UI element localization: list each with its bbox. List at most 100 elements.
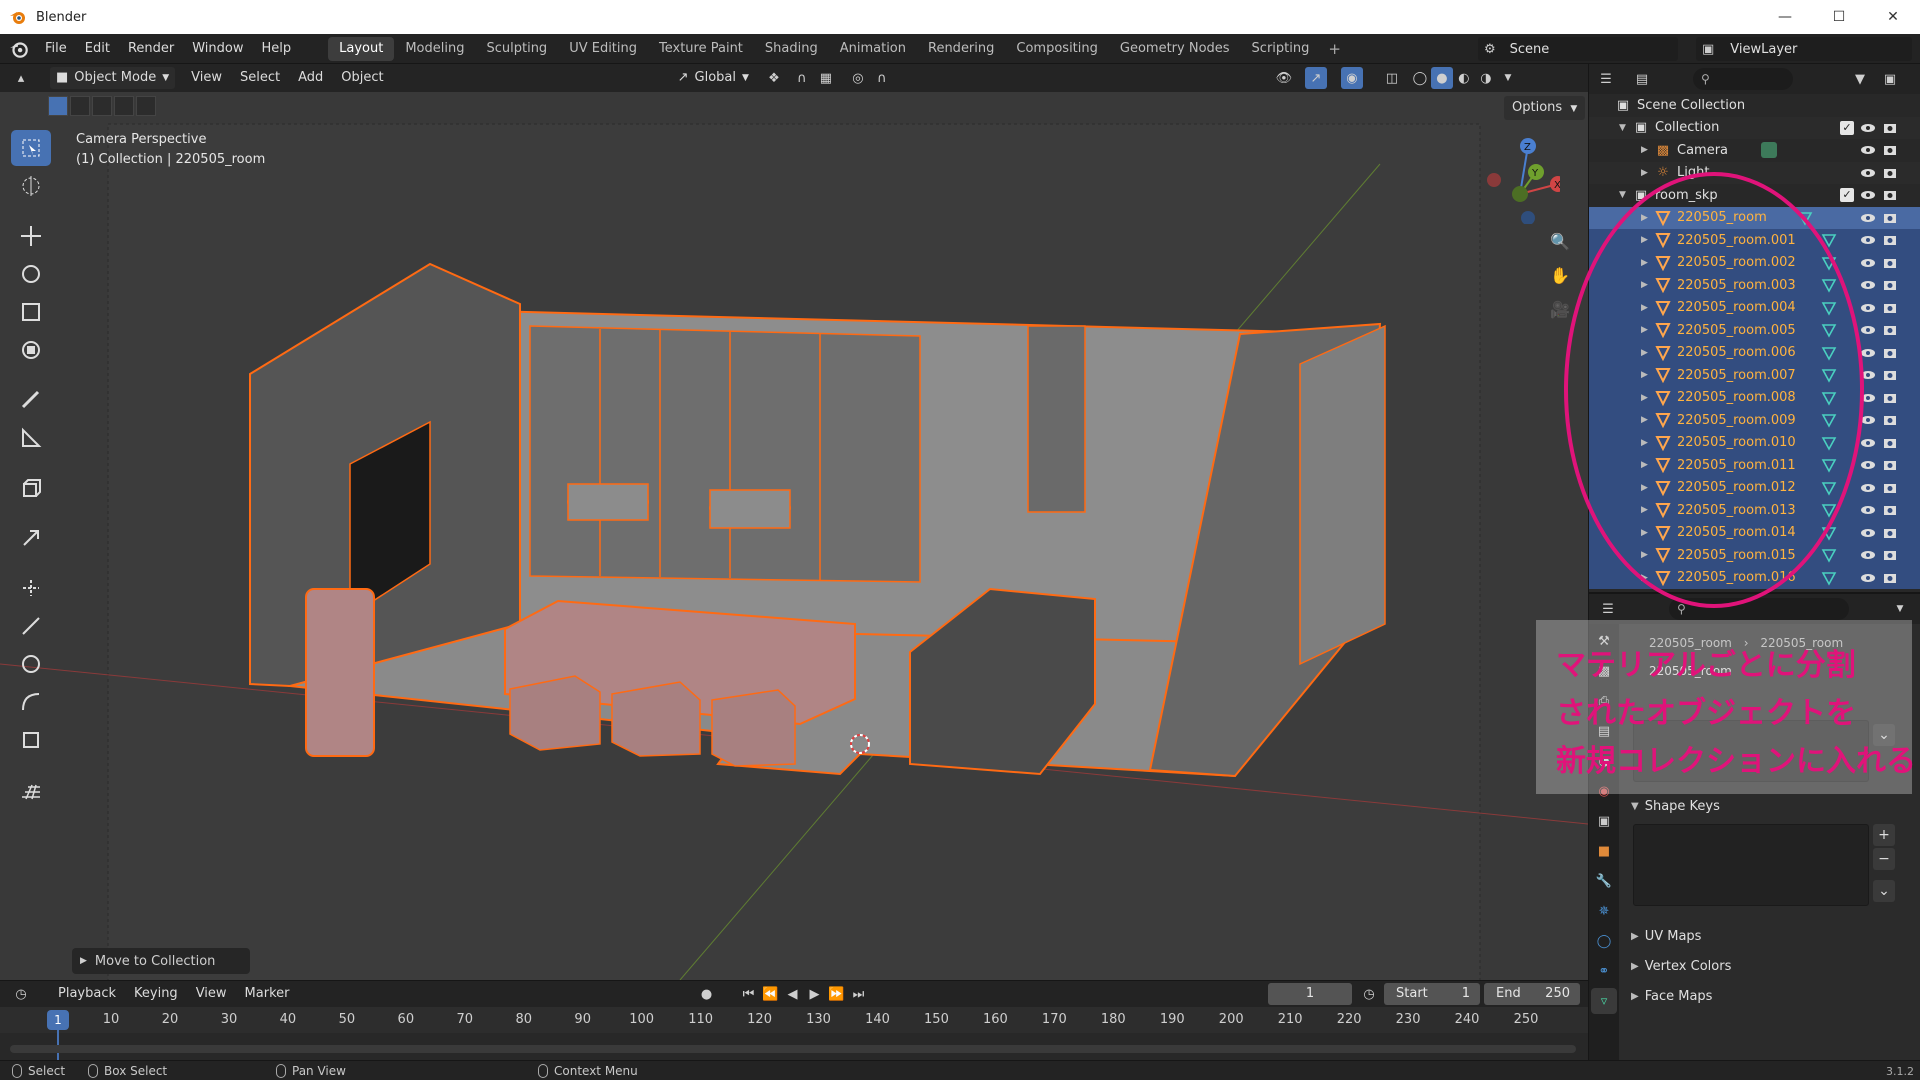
eye-icon[interactable] — [1860, 232, 1876, 248]
camera-render-icon[interactable] — [1882, 255, 1898, 271]
material-shading-icon[interactable]: ◐ — [1453, 67, 1475, 89]
xray-toggle-icon[interactable]: ◫ — [1381, 67, 1403, 89]
zoom-icon[interactable]: 🔍 — [1545, 226, 1575, 256]
mesh-data-icon[interactable] — [1821, 547, 1837, 563]
play-reverse-icon[interactable]: ◀ — [781, 983, 803, 1005]
3d-viewport[interactable]: ▴ ■ Object Mode ▼ View Select Add Object… — [0, 64, 1588, 980]
menu-window[interactable]: Window — [183, 34, 252, 64]
visibility-icon[interactable]: 👁 — [1273, 67, 1295, 89]
viewport-menu-select[interactable]: Select — [234, 67, 286, 89]
eye-icon[interactable] — [1860, 165, 1876, 181]
current-frame-field[interactable]: 1 — [1268, 983, 1352, 1005]
camera-render-icon[interactable] — [1882, 322, 1898, 338]
tab-scripting[interactable]: Scripting — [1241, 37, 1321, 61]
rendered-shading-icon[interactable]: ◑ — [1475, 67, 1497, 89]
camera-render-icon[interactable] — [1882, 570, 1898, 586]
view-layer-selector[interactable]: ▣ ViewLayer — [1696, 37, 1912, 61]
proportional-edit-icon[interactable]: ◎ — [847, 67, 869, 89]
add-shape-key-button[interactable]: + — [1873, 824, 1895, 846]
new-collection-icon[interactable]: ▣ — [1879, 68, 1901, 90]
timeline-ruler[interactable]: 1 10 20 30 40 50 60 70 80 90 100 110 120 130 140 150 160… — [0, 1007, 1588, 1060]
snap-target-icon[interactable]: ▦ — [815, 67, 837, 89]
camera-view-icon[interactable]: 🎥 — [1545, 294, 1575, 324]
options-dropdown[interactable]: Options ▼ — [1504, 96, 1586, 120]
expand-icon[interactable]: ▼ — [1619, 123, 1626, 133]
eye-icon[interactable] — [1860, 187, 1876, 203]
camera-render-icon[interactable] — [1882, 502, 1898, 518]
outliner-search-input[interactable]: ⚲ — [1693, 68, 1793, 90]
gizmo-toggle-icon[interactable]: ↗ — [1304, 67, 1327, 89]
eye-icon[interactable] — [1860, 435, 1876, 451]
camera-data-icon[interactable] — [1761, 142, 1777, 159]
move-tool-icon[interactable] — [11, 218, 51, 254]
chevron-down-icon[interactable]: ▼ — [1889, 598, 1911, 620]
camera-render-icon[interactable] — [1882, 232, 1898, 248]
wireframe-shading-icon[interactable]: ◯ — [1409, 67, 1431, 89]
shape-keys-section[interactable]: ▼ Shape Keys — [1631, 794, 1915, 818]
tab-shading[interactable]: Shading — [754, 37, 829, 61]
list-dropdown-icon[interactable]: ⌄ — [1873, 880, 1895, 902]
navigation-gizmo[interactable]: Z Y X — [1480, 134, 1560, 224]
preview-range-icon[interactable]: ◷ — [1358, 983, 1380, 1005]
next-keyframe-icon[interactable]: ⏩ — [825, 983, 847, 1005]
scene-selector[interactable]: ⚙ Scene — [1478, 37, 1678, 61]
menu-help[interactable]: Help — [253, 34, 301, 64]
add-rectangle-tool-icon[interactable] — [11, 722, 51, 758]
menu-file[interactable]: File — [36, 34, 76, 64]
mesh-data-tab-icon[interactable]: ▿ — [1591, 988, 1617, 1014]
eye-icon[interactable] — [1860, 120, 1876, 136]
tab-animation[interactable]: Animation — [829, 37, 917, 61]
end-frame-field[interactable]: End 250 — [1484, 983, 1580, 1005]
blender-menu-icon[interactable] — [8, 38, 30, 60]
camera-render-icon[interactable] — [1882, 480, 1898, 496]
add-circle-tool-icon[interactable] — [11, 646, 51, 682]
close-icon[interactable]: ✕ — [1866, 0, 1920, 34]
face-maps-section[interactable]: ▶ Face Maps — [1631, 984, 1915, 1008]
timeline-menu-keying[interactable]: Keying — [128, 983, 184, 1005]
add-cube-tool-icon[interactable] — [11, 470, 51, 506]
filter-icon[interactable]: ▼ — [1849, 68, 1871, 90]
particles-tab-icon[interactable]: ✵ — [1591, 898, 1617, 924]
camera-render-icon[interactable] — [1882, 547, 1898, 563]
tab-layout[interactable]: Layout — [328, 36, 395, 61]
scene-collection-row[interactable]: ▣ Scene Collection — [1589, 94, 1920, 117]
play-icon[interactable]: ▶ — [803, 983, 825, 1005]
auto-keying-icon[interactable]: ● — [695, 983, 717, 1005]
add-line-tool-icon[interactable] — [11, 608, 51, 644]
snap-icon[interactable]: ∩ — [791, 67, 813, 89]
cursor-tool-icon[interactable] — [11, 168, 51, 204]
add-arc-tool-icon[interactable] — [11, 684, 51, 720]
pivot-point-icon[interactable]: ❖ — [763, 67, 785, 89]
exclude-checkbox[interactable]: ✓ — [1840, 120, 1854, 135]
remove-shape-key-button[interactable]: − — [1873, 848, 1895, 870]
eye-icon[interactable] — [1860, 457, 1876, 473]
timeline-menu-playback[interactable]: Playback — [52, 983, 122, 1005]
add-grid-tool-icon[interactable] — [11, 772, 51, 808]
camera-render-icon[interactable] — [1882, 435, 1898, 451]
tab-modeling[interactable]: Modeling — [394, 37, 475, 61]
eye-icon[interactable] — [1860, 142, 1876, 158]
select-subtract-icon[interactable] — [92, 96, 112, 116]
mesh-data-icon[interactable] — [1821, 570, 1837, 586]
camera-render-icon[interactable] — [1882, 367, 1898, 383]
properties-editor-icon[interactable]: ☰ — [1597, 598, 1619, 620]
modifier-tab-icon[interactable]: 🔧 — [1591, 868, 1617, 894]
eye-icon[interactable] — [1860, 525, 1876, 541]
solid-shading-icon[interactable]: ● — [1430, 67, 1453, 89]
maximize-icon[interactable]: ☐ — [1812, 0, 1866, 34]
overlay-toggle-icon[interactable]: ◉ — [1340, 67, 1363, 89]
measure-tool-icon[interactable] — [11, 420, 51, 456]
tab-texture-paint[interactable]: Texture Paint — [648, 37, 754, 61]
minimize-icon[interactable]: — — [1758, 0, 1812, 34]
camera-render-icon[interactable] — [1882, 390, 1898, 406]
extrude-tool-icon[interactable] — [11, 520, 51, 556]
camera-render-icon[interactable] — [1882, 187, 1898, 203]
object-mode-dropdown[interactable]: ■ Object Mode ▼ — [50, 67, 176, 89]
editor-type-icon[interactable]: ▴ — [10, 67, 32, 89]
tab-uv-editing[interactable]: UV Editing — [558, 37, 648, 61]
select-new-icon[interactable] — [48, 96, 68, 116]
eye-icon[interactable] — [1860, 570, 1876, 586]
expand-icon[interactable]: ▼ — [1619, 190, 1626, 200]
eye-icon[interactable] — [1860, 210, 1876, 226]
select-intersect-icon[interactable] — [136, 96, 156, 116]
